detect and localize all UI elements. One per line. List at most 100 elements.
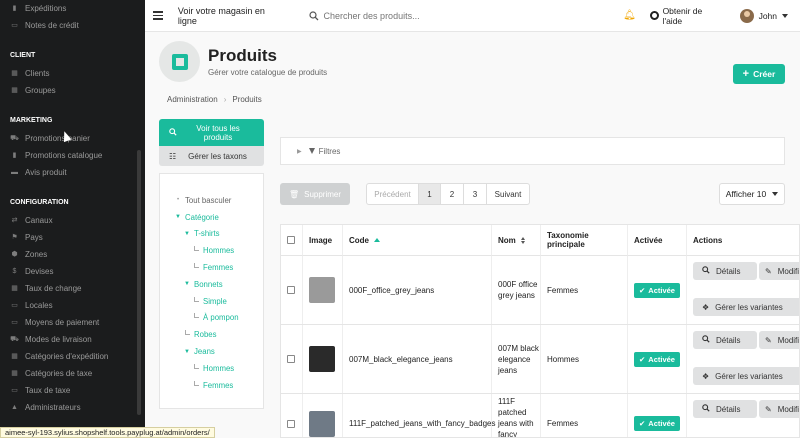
caret-down-icon[interactable]: ▼ bbox=[174, 214, 182, 220]
pencil-icon: ✎ bbox=[765, 335, 772, 345]
row-checkbox[interactable] bbox=[287, 419, 295, 428]
pagination-previous[interactable]: Précédent bbox=[367, 184, 419, 204]
tree-node-label[interactable]: Hommes bbox=[203, 364, 234, 373]
plus-icon: + bbox=[742, 68, 750, 80]
tree-node-label[interactable]: Catégorie bbox=[185, 213, 219, 222]
store-link[interactable]: Voir votre magasin en ligne bbox=[178, 6, 285, 26]
header-name[interactable]: Nom bbox=[492, 225, 541, 256]
sidebar-item-promotions-catalogue[interactable]: ▮ Promotions catalogue bbox=[0, 147, 145, 164]
sidebar-item-taux-de-change[interactable]: ▦ Taux de change bbox=[0, 280, 145, 297]
bell-icon[interactable]: 🔔︎ bbox=[623, 10, 636, 21]
page-title: Produits bbox=[208, 46, 277, 65]
product-enabled-cell: ✔ Activée bbox=[628, 256, 687, 324]
menu-toggle-icon[interactable] bbox=[153, 9, 163, 22]
sidebar-item-expéditions[interactable]: ▮ Expéditions bbox=[0, 0, 145, 17]
sidebar-item-catégories-d-expédition[interactable]: ▦ Catégories d'expédition bbox=[0, 348, 145, 365]
help-link[interactable]: Obtenir de l'aide bbox=[649, 6, 722, 26]
tree-node[interactable]: ▼ Jeans bbox=[160, 343, 263, 360]
tree-node-label[interactable]: Tout basculer bbox=[185, 196, 231, 205]
tree-node-label[interactable]: Femmes bbox=[203, 263, 233, 272]
tree-node-label[interactable]: Hommes bbox=[203, 246, 234, 255]
tree-node-label[interactable]: Robes bbox=[194, 330, 217, 339]
pagination-next[interactable]: Suivant bbox=[487, 184, 529, 204]
sidebar-item-label: Devises bbox=[25, 267, 54, 276]
tree-node[interactable]: Femmes bbox=[160, 259, 263, 276]
sidebar-item-promotions-panier[interactable]: ⛟ Promotions panier bbox=[0, 130, 145, 147]
status-badge: ✔ Activée bbox=[634, 282, 680, 298]
manage-variants-button[interactable]: ❖ Gérer les variantes bbox=[693, 367, 799, 385]
filters-toggle[interactable]: ▶ Filtres bbox=[280, 137, 785, 165]
tree-node[interactable]: • Tout basculer bbox=[160, 192, 263, 209]
page-size-dropdown[interactable]: Afficher 10 bbox=[719, 183, 785, 205]
search-bar[interactable] bbox=[308, 10, 624, 21]
row-checkbox[interactable] bbox=[287, 286, 295, 294]
user-menu[interactable]: John bbox=[739, 8, 788, 23]
sidebar-item-groupes[interactable]: ▦ Groupes bbox=[0, 82, 145, 99]
edit-button[interactable]: ✎ Modifier bbox=[759, 331, 799, 349]
select-all-checkbox[interactable] bbox=[287, 236, 295, 244]
table-row: 000F_office_grey_jeans 000F office grey j… bbox=[281, 256, 799, 325]
tree-node-label[interactable]: T-shirts bbox=[194, 229, 220, 238]
sidebar-item-avis-produit[interactable]: ▬ Avis produit bbox=[0, 164, 145, 181]
breadcrumb-administration[interactable]: Administration bbox=[167, 95, 218, 104]
caret-down-icon[interactable]: ▼ bbox=[183, 281, 191, 287]
sidebar-item-notes-de-crédit[interactable]: ▭ Notes de crédit bbox=[0, 17, 145, 34]
caret-down-icon[interactable]: ▼ bbox=[183, 231, 191, 237]
product-thumbnail[interactable] bbox=[309, 277, 335, 303]
details-button[interactable]: Détails bbox=[693, 262, 757, 280]
sidebar-item-taux-de-taxe[interactable]: ▭ Taux de taxe bbox=[0, 382, 145, 399]
search-input[interactable] bbox=[323, 10, 584, 21]
edit-button[interactable]: ✎ Modifier bbox=[759, 262, 799, 280]
delete-button[interactable]: 🗑︎ Supprimer bbox=[280, 183, 350, 205]
product-thumbnail[interactable] bbox=[309, 410, 335, 437]
sidebar-item-canaux[interactable]: ⇄ Canaux bbox=[0, 212, 145, 229]
sidebar-item-catégories-de-taxe[interactable]: ▦ Catégories de taxe bbox=[0, 365, 145, 382]
tree-node[interactable]: Hommes bbox=[160, 242, 263, 259]
sidebar-item-pays[interactable]: ⚑ Pays bbox=[0, 229, 145, 246]
sidebar-item-locales[interactable]: ▭ Locales bbox=[0, 297, 145, 314]
manage-variants-button[interactable]: ❖ Gérer les variantes bbox=[693, 298, 799, 316]
sidebar-item-devises[interactable]: $ Devises bbox=[0, 263, 145, 280]
sidebar-item-zones[interactable]: ⬢ Zones bbox=[0, 246, 145, 263]
tree-node[interactable]: Simple bbox=[160, 293, 263, 310]
caret-down-icon[interactable]: ▼ bbox=[183, 349, 191, 355]
product-code: 000F_office_grey_jeans bbox=[343, 256, 492, 324]
tree-node-label[interactable]: Jeans bbox=[194, 347, 215, 356]
tree-node[interactable]: Femmes bbox=[160, 377, 263, 394]
tree-node-label[interactable]: À pompon bbox=[203, 313, 239, 322]
sidebar-item-modes-de-livraison[interactable]: ⛟ Modes de livraison bbox=[0, 331, 145, 348]
pagination-page-2[interactable]: 2 bbox=[441, 184, 464, 204]
sort-icon bbox=[520, 236, 525, 244]
details-button[interactable]: Détails bbox=[693, 331, 757, 349]
tree-node-label[interactable]: Simple bbox=[203, 297, 227, 306]
tree-branch-icon bbox=[192, 313, 200, 319]
sidebar-scrollbar[interactable] bbox=[137, 150, 141, 415]
edit-button[interactable]: ✎ Modifier bbox=[759, 400, 799, 418]
sidebar-item-clients[interactable]: ▦ Clients bbox=[0, 65, 145, 82]
tree-node-label[interactable]: Femmes bbox=[203, 381, 233, 390]
tree-node[interactable]: ▼ Bonnets bbox=[160, 276, 263, 293]
header-code[interactable]: Code bbox=[343, 225, 492, 256]
sidebar-item-administrateurs[interactable]: ▲ Administrateurs bbox=[0, 399, 145, 416]
product-thumbnail[interactable] bbox=[309, 346, 335, 372]
pagination-page-3[interactable]: 3 bbox=[464, 184, 487, 204]
tree-node[interactable]: ▼ T-shirts bbox=[160, 226, 263, 243]
tree-node[interactable]: À pompon bbox=[160, 310, 263, 327]
tree-node-label[interactable]: Bonnets bbox=[194, 280, 223, 289]
product-image-cell bbox=[303, 394, 343, 437]
tree-node[interactable]: ▼ Catégorie bbox=[160, 209, 263, 226]
row-checkbox[interactable] bbox=[287, 355, 295, 363]
shipping-method-icon: ⛟ bbox=[10, 335, 19, 343]
tree-node[interactable]: Robes bbox=[160, 326, 263, 343]
manage-taxons-button[interactable]: ☷ Gérer les taxons bbox=[159, 146, 264, 166]
pencil-icon: ✎ bbox=[765, 404, 772, 414]
details-button[interactable]: Détails bbox=[693, 400, 757, 418]
view-all-products-button[interactable]: Voir tous les produits bbox=[159, 119, 264, 146]
row-select-cell bbox=[281, 325, 303, 393]
currency-icon: $ bbox=[12, 267, 17, 275]
create-button[interactable]: + Créer bbox=[733, 64, 785, 84]
tree-node[interactable]: Hommes bbox=[160, 360, 263, 377]
sidebar-item-moyens-de-paiement[interactable]: ▭ Moyens de paiement bbox=[0, 314, 145, 331]
pagination-page-1[interactable]: 1 bbox=[419, 184, 441, 204]
product-actions-cell: Détails ✎ Modifier bbox=[687, 394, 799, 437]
